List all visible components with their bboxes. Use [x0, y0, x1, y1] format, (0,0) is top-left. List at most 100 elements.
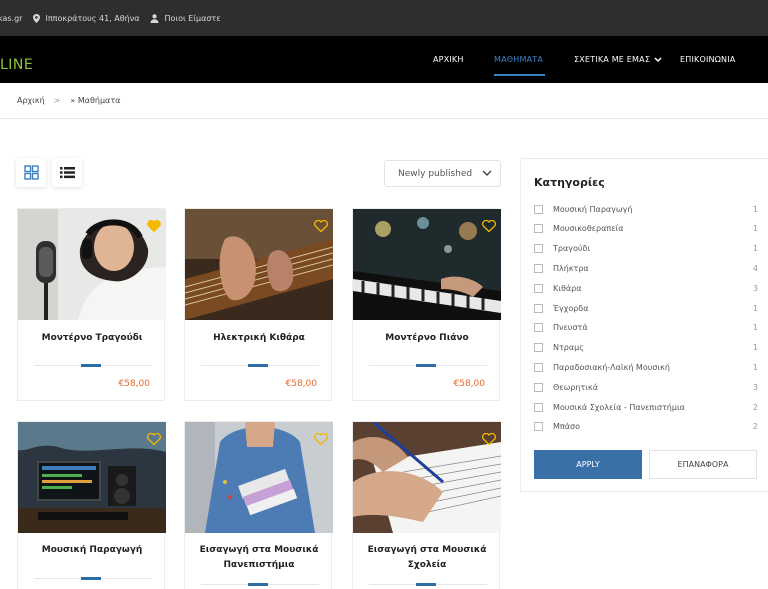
wishlist-button[interactable]	[314, 430, 328, 449]
course-price: €58,00	[285, 379, 318, 389]
category-checkbox[interactable]	[534, 224, 543, 234]
category-label[interactable]: Κιθάρα	[553, 284, 581, 293]
chevron-down-icon	[654, 56, 662, 62]
course-title[interactable]: Μοντέρνο Πιάνο	[353, 331, 501, 346]
heart-filled-icon	[147, 219, 161, 233]
course-image-student[interactable]	[185, 422, 333, 533]
chevron-down-icon	[482, 170, 492, 176]
category-count: 1	[752, 323, 758, 333]
heart-outline-icon	[147, 432, 161, 446]
category-filter-item[interactable]: Μουσικοθεραπεία 1	[534, 221, 758, 237]
course-card[interactable]: Μουσική Παραγωγή	[17, 421, 166, 589]
location-pin-icon	[33, 13, 41, 23]
course-card[interactable]: Εισαγωγή στα Μουσικά Πανεπιστήμια	[184, 421, 333, 589]
address-text: Ιπποκράτους 41, Αθήνα	[45, 13, 140, 23]
category-filter-item[interactable]: Θεωρητικά 3	[534, 379, 758, 395]
category-label[interactable]: Μουσική Παραγωγή	[553, 205, 632, 214]
course-card[interactable]: Μοντέρνο Πιάνο €58,00	[352, 208, 501, 401]
category-label[interactable]: Θεωρητικά	[553, 383, 598, 392]
list-view-button[interactable]	[52, 158, 82, 187]
wishlist-button[interactable]	[482, 430, 496, 449]
category-label[interactable]: Μπάσο	[553, 422, 580, 431]
sort-select[interactable]: Newly published	[384, 160, 501, 187]
category-filter-item[interactable]: Πνευστά 1	[534, 320, 758, 336]
course-card[interactable]: Ηλεκτρική Κιθάρα €58,00	[184, 208, 333, 401]
course-image-piano[interactable]	[353, 209, 501, 320]
wishlist-button[interactable]	[482, 217, 496, 236]
category-checkbox[interactable]	[534, 303, 543, 313]
category-label[interactable]: Πνευστά	[553, 323, 588, 332]
category-label[interactable]: Τραγούδι	[553, 244, 590, 253]
course-title[interactable]: Εισαγωγή στα Μουσικά Πανεπιστήμια	[185, 543, 333, 573]
reset-button[interactable]: ΕΠΑΝΑΦΟΡΑ	[649, 450, 757, 479]
course-image-singer[interactable]	[18, 209, 166, 320]
about-text[interactable]: Ποιοι Είμαστε	[164, 14, 220, 23]
category-count: 1	[752, 362, 758, 372]
site-logo[interactable]: LINE	[0, 57, 33, 73]
category-filter-item[interactable]: Ντραμς 1	[534, 340, 758, 356]
category-checkbox[interactable]	[534, 323, 543, 333]
category-checkbox[interactable]	[534, 244, 543, 254]
categories-sidebar: Κατηγορίες Μουσική Παραγωγή 1 Μουσικοθεραπ…	[520, 158, 768, 492]
course-image-studio[interactable]	[18, 422, 166, 533]
nav-about[interactable]: ΣΧΕΤΙΚΑ ΜΕ ΕΜΑΣ	[574, 55, 662, 64]
heart-outline-icon	[314, 432, 328, 446]
wishlist-button[interactable]	[314, 217, 328, 236]
category-label[interactable]: Μουσικοθεραπεία	[553, 224, 624, 233]
nav-contact[interactable]: ΕΠΙΚΟΙΝΩΝΙΑ	[680, 55, 735, 64]
category-filter-item[interactable]: Μουσικά Σχολεία - Πανεπιστήμια 2	[534, 399, 758, 415]
category-count: 1	[752, 204, 758, 214]
category-filter-item[interactable]: Μουσική Παραγωγή 1	[534, 201, 758, 217]
category-label[interactable]: Μουσικά Σχολεία - Πανεπιστήμια	[553, 403, 685, 412]
category-checkbox[interactable]	[534, 263, 543, 273]
sort-value[interactable]: Newly published	[398, 169, 472, 179]
course-price: €58,00	[118, 379, 151, 389]
category-filter-item[interactable]: Μπάσο 2	[534, 419, 758, 435]
apply-button[interactable]: APPLY	[534, 450, 642, 479]
category-count: 1	[752, 343, 758, 353]
nav-courses[interactable]: ΜΑΘΗΜΑΤΑ	[494, 55, 543, 64]
category-label[interactable]: Παραδοσιακή-Λαϊκή Μουσική	[553, 363, 670, 372]
category-label[interactable]: Έγχορδα	[553, 304, 588, 313]
top-info-bar: kas.gr Ιπποκράτους 41, Αθήνα Ποιοι Είμασ…	[0, 0, 768, 36]
category-filter-item[interactable]: Τραγούδι 1	[534, 241, 758, 257]
course-card[interactable]: Εισαγωγή στα Μουσικά Σχολεία	[352, 421, 501, 589]
category-filter-item[interactable]: Πλήκτρα 4	[534, 260, 758, 276]
card-accent	[248, 364, 268, 367]
category-checkbox[interactable]	[534, 204, 543, 214]
breadcrumb-divider	[0, 118, 768, 119]
course-image-notes[interactable]	[353, 422, 501, 533]
card-accent	[81, 364, 101, 367]
category-checkbox[interactable]	[534, 422, 543, 432]
website-text[interactable]: kas.gr	[0, 14, 22, 23]
breadcrumb-home[interactable]: Αρχική	[17, 96, 45, 105]
category-checkbox[interactable]	[534, 382, 543, 392]
nav-about-label[interactable]: ΣΧΕΤΙΚΑ ΜΕ ΕΜΑΣ	[574, 55, 650, 64]
category-filter-item[interactable]: Παραδοσιακή-Λαϊκή Μουσική 1	[534, 359, 758, 375]
category-filter-item[interactable]: Έγχορδα 1	[534, 300, 758, 316]
category-checkbox[interactable]	[534, 343, 543, 353]
category-label[interactable]: Ντραμς	[553, 343, 584, 352]
category-checkbox[interactable]	[534, 362, 543, 372]
course-title[interactable]: Ηλεκτρική Κιθάρα	[185, 331, 333, 346]
category-label[interactable]: Πλήκτρα	[553, 264, 589, 273]
category-count: 3	[752, 283, 758, 293]
heart-outline-icon	[482, 219, 496, 233]
course-title[interactable]: Εισαγωγή στα Μουσικά Σχολεία	[353, 543, 501, 573]
grid-view-button[interactable]	[16, 158, 46, 187]
nav-home[interactable]: ΑΡΧΙΚΗ	[433, 55, 464, 64]
category-checkbox[interactable]	[534, 402, 543, 412]
wishlist-button[interactable]	[147, 217, 161, 236]
category-count: 4	[752, 263, 758, 273]
category-checkbox[interactable]	[534, 283, 543, 293]
category-count: 3	[752, 382, 758, 392]
about-link[interactable]: Ποιοι Είμαστε	[150, 14, 221, 23]
course-card[interactable]: Μοντέρνο Τραγούδι €58,00	[17, 208, 166, 401]
course-title[interactable]: Μοντέρνο Τραγούδι	[18, 331, 166, 346]
course-title[interactable]: Μουσική Παραγωγή	[18, 543, 166, 558]
card-accent	[248, 583, 268, 586]
website-link[interactable]: kas.gr	[0, 14, 22, 23]
category-filter-item[interactable]: Κιθάρα 3	[534, 280, 758, 296]
wishlist-button[interactable]	[147, 430, 161, 449]
course-image-guitar[interactable]	[185, 209, 333, 320]
